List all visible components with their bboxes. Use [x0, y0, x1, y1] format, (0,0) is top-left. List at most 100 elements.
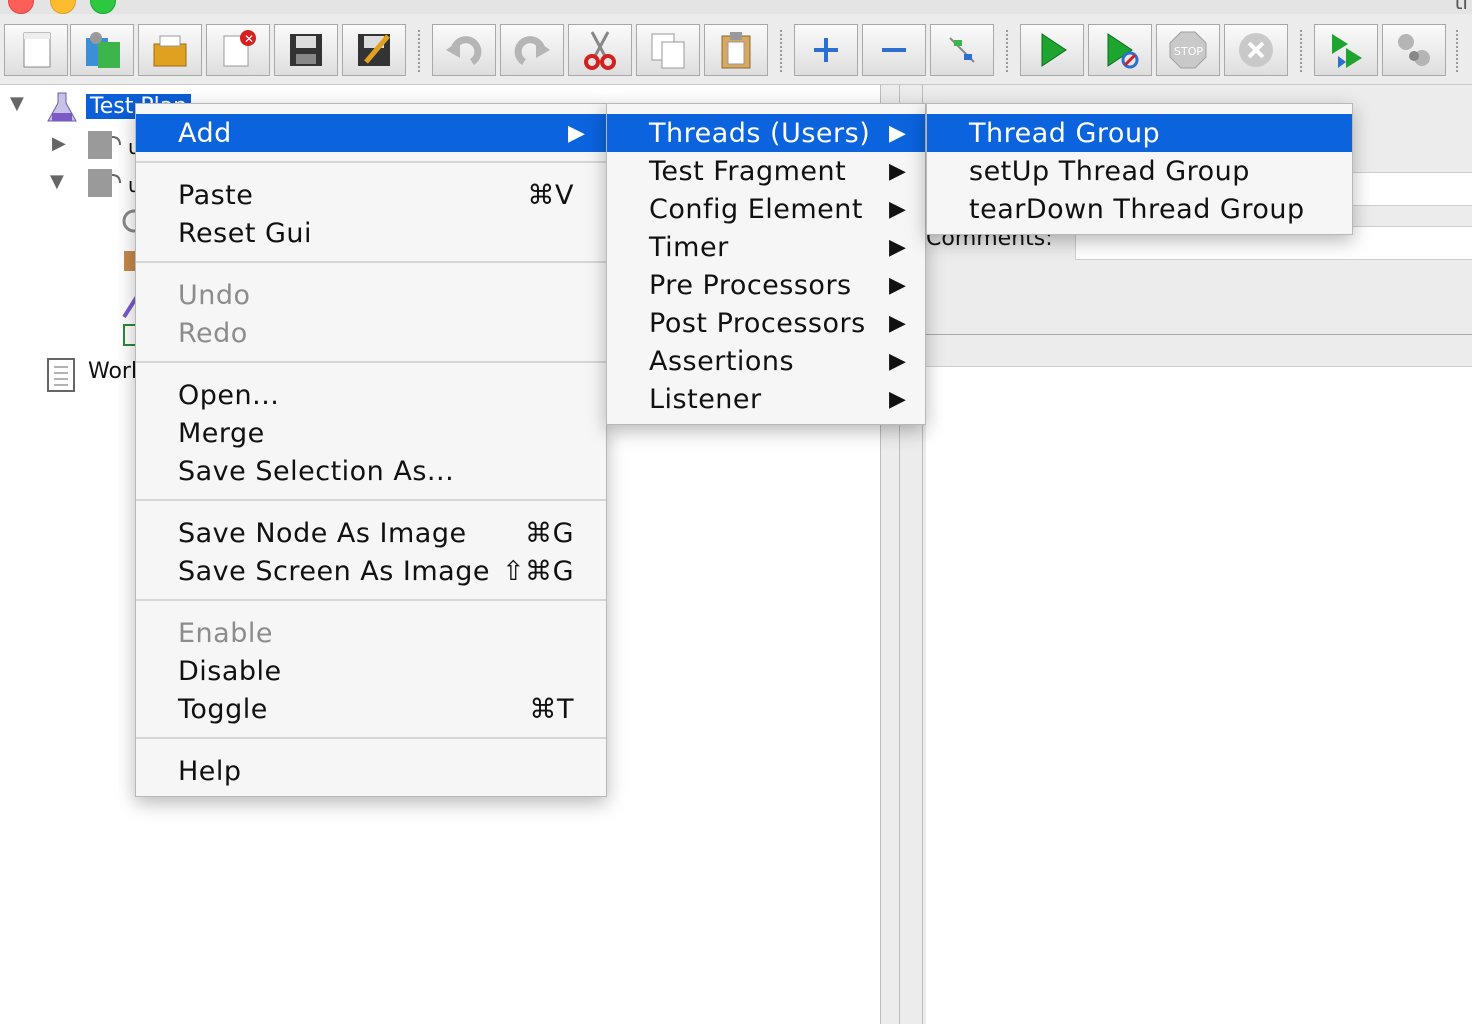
- open-icon: [153, 35, 187, 67]
- menu-item-disable[interactable]: Disable: [136, 652, 606, 690]
- copy-button[interactable]: [636, 24, 700, 76]
- menu-separator: [136, 737, 606, 739]
- menu-item-label: Assertions: [649, 345, 795, 377]
- submenu-arrow-icon: ▶: [889, 196, 907, 222]
- flask-icon: [47, 92, 77, 122]
- menu-item-label: Help: [178, 755, 242, 787]
- new-icon: [23, 32, 51, 68]
- stop-icon: STOP: [1169, 31, 1207, 69]
- menu-item-threads-users[interactable]: Threads (Users) ▶: [607, 114, 925, 152]
- window-close-button[interactable]: [8, 0, 34, 14]
- collapse-all-button[interactable]: [862, 24, 926, 76]
- close-button[interactable]: ✕: [206, 24, 270, 76]
- menu-item-paste[interactable]: Paste ⌘V: [136, 176, 606, 214]
- start-no-pause-icon: [1107, 33, 1139, 69]
- new-button[interactable]: [4, 24, 68, 76]
- shortcut-label: ⇧⌘G: [501, 555, 574, 587]
- threads-submenu: Thread Group setUp Thread Group tearDown…: [926, 103, 1353, 235]
- undo-icon: [446, 36, 482, 66]
- context-menu: Add ▶ Paste ⌘V Reset Gui Undo Redo Open.…: [135, 103, 607, 797]
- stop-button[interactable]: STOP: [1156, 24, 1220, 76]
- toggle-button[interactable]: [930, 24, 994, 76]
- menu-separator: [136, 161, 606, 163]
- expand-triangle-icon[interactable]: ▼: [10, 93, 24, 114]
- shutdown-icon: [1239, 33, 1273, 67]
- remote-stop-button[interactable]: [1382, 24, 1446, 76]
- expand-icon: [814, 38, 838, 62]
- menu-item-merge[interactable]: Merge: [136, 414, 606, 452]
- window-title: tl: [1454, 0, 1468, 14]
- submenu-arrow-icon: ▶: [889, 120, 907, 146]
- toolbar-separator: [1300, 30, 1305, 72]
- undo-button[interactable]: [432, 24, 496, 76]
- menu-item-label: Merge: [178, 417, 265, 449]
- toolbar-separator: [418, 30, 423, 72]
- menu-item-label: tearDown Thread Group: [969, 193, 1305, 225]
- submenu-arrow-icon: ▶: [889, 310, 907, 336]
- remote-start-icon: [1332, 34, 1362, 68]
- templates-icon: [86, 32, 120, 68]
- menu-item-teardown-thread-group[interactable]: tearDown Thread Group: [927, 190, 1352, 228]
- name-field[interactable]: [1352, 172, 1472, 206]
- redo-button[interactable]: [500, 24, 564, 76]
- menu-item-add[interactable]: Add ▶: [136, 114, 606, 152]
- menu-item-save-node-as-image[interactable]: Save Node As Image ⌘G: [136, 514, 606, 552]
- menu-item-reset-gui[interactable]: Reset Gui: [136, 214, 606, 252]
- menu-separator: [136, 261, 606, 263]
- cut-button[interactable]: [568, 24, 632, 76]
- menu-item-label: Add: [178, 117, 232, 149]
- menu-item-label: Thread Group: [969, 117, 1161, 149]
- menu-item-label: Save Selection As...: [178, 455, 455, 487]
- menu-item-redo: Redo: [136, 314, 606, 352]
- expand-triangle-icon[interactable]: ▼: [50, 171, 64, 192]
- thread-group-icon: [88, 131, 121, 159]
- submenu-arrow-icon: ▶: [568, 120, 586, 146]
- menu-item-label: Config Element: [649, 193, 863, 225]
- menu-item-config-element[interactable]: Config Element ▶: [607, 190, 925, 228]
- menu-item-setup-thread-group[interactable]: setUp Thread Group: [927, 152, 1352, 190]
- menu-separator: [136, 499, 606, 501]
- svg-text:STOP: STOP: [1174, 45, 1203, 58]
- save-as-button[interactable]: [342, 24, 406, 76]
- save-icon: [290, 34, 322, 66]
- menu-item-test-fragment[interactable]: Test Fragment ▶: [607, 152, 925, 190]
- remote-start-button[interactable]: [1314, 24, 1378, 76]
- menu-item-save-screen-as-image[interactable]: Save Screen As Image ⇧⌘G: [136, 552, 606, 590]
- menu-item-toggle[interactable]: Toggle ⌘T: [136, 690, 606, 728]
- collapsed-triangle-icon[interactable]: ▶: [52, 133, 66, 154]
- menu-item-listener[interactable]: Listener ▶: [607, 380, 925, 418]
- menu-item-label: Undo: [178, 279, 251, 311]
- start-button[interactable]: [1020, 24, 1084, 76]
- open-button[interactable]: [138, 24, 202, 76]
- submenu-arrow-icon: ▶: [889, 234, 907, 260]
- submenu-arrow-icon: ▶: [889, 348, 907, 374]
- start-no-pauses-button[interactable]: [1088, 24, 1152, 76]
- panel-divider: [926, 334, 1472, 335]
- shortcut-label: ⌘V: [527, 179, 574, 211]
- save-button[interactable]: [274, 24, 338, 76]
- menu-item-pre-processors[interactable]: Pre Processors ▶: [607, 266, 925, 304]
- menu-item-label: Enable: [178, 617, 273, 649]
- menu-item-post-processors[interactable]: Post Processors ▶: [607, 304, 925, 342]
- templates-button[interactable]: [70, 24, 134, 76]
- menu-item-save-selection-as[interactable]: Save Selection As...: [136, 452, 606, 490]
- menu-item-open[interactable]: Open...: [136, 376, 606, 414]
- menu-item-thread-group[interactable]: Thread Group: [927, 114, 1352, 152]
- menu-separator: [136, 361, 606, 363]
- shortcut-label: ⌘T: [529, 693, 574, 725]
- toolbar-separator: [1006, 30, 1011, 72]
- menu-separator: [136, 599, 606, 601]
- window-minimize-button[interactable]: [50, 0, 76, 14]
- thread-group-icon: [88, 169, 121, 197]
- expand-all-button[interactable]: [794, 24, 858, 76]
- paste-button[interactable]: [704, 24, 768, 76]
- menu-item-label: setUp Thread Group: [969, 155, 1250, 187]
- menu-item-assertions[interactable]: Assertions ▶: [607, 342, 925, 380]
- shutdown-button[interactable]: [1224, 24, 1288, 76]
- menu-item-label: Reset Gui: [178, 217, 313, 249]
- window-zoom-button[interactable]: [90, 0, 116, 14]
- toolbar: ✕ STOP: [0, 14, 1472, 85]
- menu-item-timer[interactable]: Timer ▶: [607, 228, 925, 266]
- menu-item-label: Disable: [178, 655, 282, 687]
- menu-item-help[interactable]: Help: [136, 752, 606, 790]
